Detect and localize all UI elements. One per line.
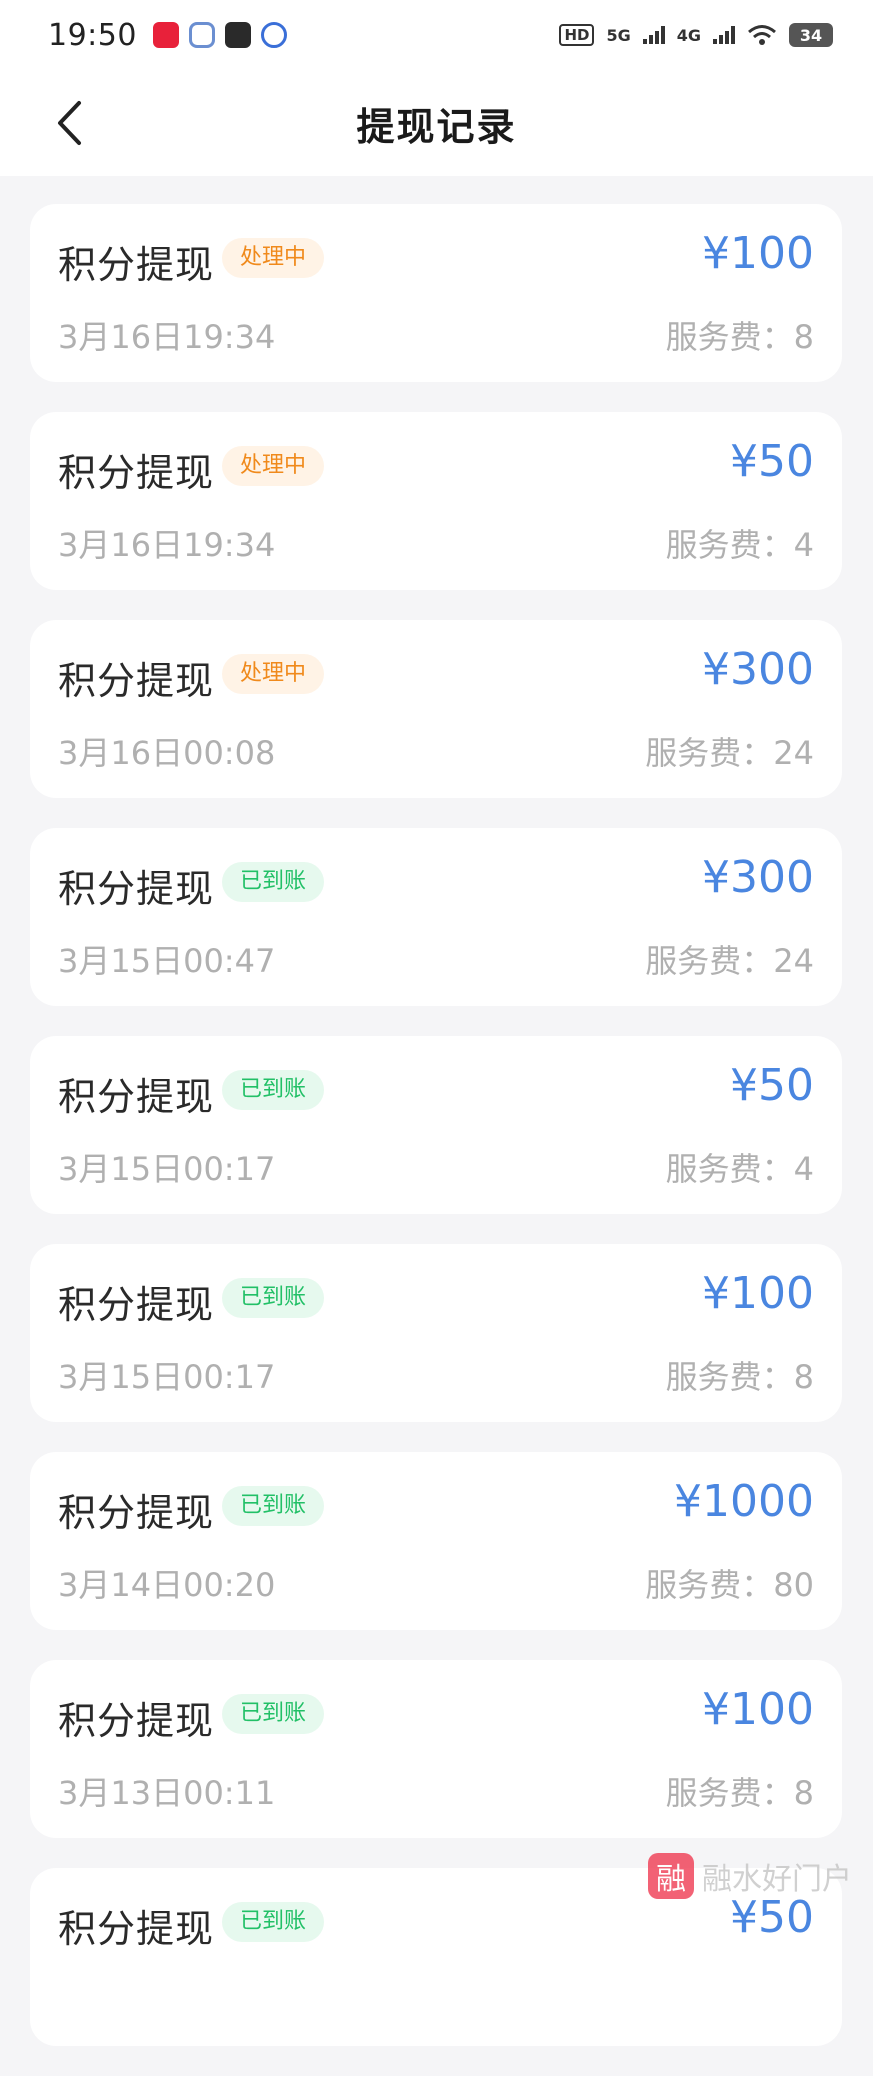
record-title: 积分提现	[58, 659, 215, 703]
page-title: 提现记录	[356, 104, 517, 149]
signal-icon	[642, 26, 665, 44]
record-title: 积分提现	[58, 1907, 215, 1951]
record-date: 3月14日00:20	[58, 1566, 276, 1604]
record-status-badge: 已到账	[222, 1486, 325, 1526]
record-title: 积分提现	[58, 867, 215, 911]
chevron-left-icon	[58, 101, 81, 145]
record-title: 积分提现	[58, 1283, 215, 1327]
record-fee: 服务费：4	[665, 526, 814, 564]
record-fee: 服务费：4	[665, 1150, 814, 1188]
record-fee: 服务费：8	[665, 1358, 814, 1396]
wifi-icon	[748, 25, 776, 45]
xiaohongshu-icon	[152, 22, 179, 48]
baidu-icon	[260, 22, 287, 48]
record-status-badge: 已到账	[222, 1902, 325, 1942]
system-icons: HD 5G 4G 34	[559, 23, 833, 47]
record-card[interactable]: 积分提现 处理中 ¥100 3月16日19:34 服务费：8	[30, 204, 842, 382]
record-card[interactable]: 积分提现 已到账 ¥100 3月15日00:17 服务费：8	[30, 1244, 842, 1422]
watermark-text: 融水好门户	[702, 1862, 852, 1897]
record-card[interactable]: 积分提现 已到账 ¥50 3月15日00:17 服务费：4	[30, 1036, 842, 1214]
record-status-badge: 已到账	[222, 862, 325, 902]
record-date: 3月16日00:08	[58, 734, 276, 772]
record-title: 积分提现	[58, 1491, 215, 1535]
record-title: 积分提现	[58, 1699, 215, 1743]
back-button[interactable]	[44, 96, 94, 150]
record-fee: 服务费：80	[645, 1566, 814, 1604]
record-amount: ¥300	[702, 644, 814, 695]
hd-voice-icon: HD	[559, 24, 595, 46]
signal-icon-2	[713, 26, 735, 44]
record-date: 3月16日19:34	[58, 526, 276, 564]
status-bar: 19:50 HD 5G 4G 34	[0, 0, 873, 70]
record-fee: 服务费：24	[645, 734, 814, 772]
record-card[interactable]: 积分提现 处理中 ¥300 3月16日00:08 服务费：24	[30, 620, 842, 798]
record-status-badge: 处理中	[222, 238, 325, 278]
record-date: 3月15日00:47	[58, 942, 276, 980]
record-card[interactable]: 积分提现 已到账 ¥1000 3月14日00:20 服务费：80	[30, 1452, 842, 1630]
record-title: 积分提现	[58, 1075, 215, 1119]
network-5g-label: 5G	[606, 25, 631, 45]
record-fee: 服务费：8	[665, 1774, 814, 1812]
record-status-badge: 已到账	[222, 1278, 325, 1318]
record-card[interactable]: 积分提现 已到账 ¥100 3月13日00:11 服务费：8	[30, 1660, 842, 1838]
status-time: 19:50	[48, 17, 137, 53]
record-date: 3月15日00:17	[58, 1150, 276, 1188]
record-amount: ¥100	[702, 1684, 814, 1735]
record-title: 积分提现	[58, 243, 215, 287]
record-amount: ¥100	[702, 228, 814, 279]
record-card[interactable]: 积分提现 已到账 ¥300 3月15日00:47 服务费：24	[30, 828, 842, 1006]
record-date: 3月13日00:11	[58, 1774, 276, 1812]
record-date: 3月16日19:34	[58, 318, 276, 356]
record-amount: ¥300	[702, 852, 814, 903]
record-date: 3月15日00:17	[58, 1358, 276, 1396]
watermark: 融 融水好门户	[648, 1852, 852, 1900]
record-fee: 服务费：24	[645, 942, 814, 980]
record-card[interactable]: 积分提现 处理中 ¥50 3月16日19:34 服务费：4	[30, 412, 842, 590]
record-amount: ¥50	[730, 436, 814, 487]
cartoon-app-icon	[188, 22, 215, 48]
notification-icons	[152, 22, 287, 48]
withdrawal-record-list: 积分提现 处理中 ¥100 3月16日19:34 服务费：8 积分提现 处理中 ¥50 3月16…	[30, 204, 842, 2076]
record-amount: ¥50	[730, 1060, 814, 1111]
network-4g-label: 4G	[676, 25, 701, 45]
record-status-badge: 已到账	[222, 1694, 325, 1734]
record-status-badge: 处理中	[222, 446, 325, 486]
nav-bar: 提现记录	[0, 70, 873, 176]
record-fee: 服务费：8	[665, 318, 814, 356]
gallery-icon	[224, 22, 251, 48]
record-title: 积分提现	[58, 451, 215, 495]
record-status-badge: 已到账	[222, 1070, 325, 1110]
record-status-badge: 处理中	[222, 654, 325, 694]
battery-icon: 34	[789, 23, 833, 47]
record-amount: ¥1000	[674, 1476, 814, 1527]
record-amount: ¥100	[702, 1268, 814, 1319]
watermark-logo-icon: 融	[648, 1853, 694, 1899]
